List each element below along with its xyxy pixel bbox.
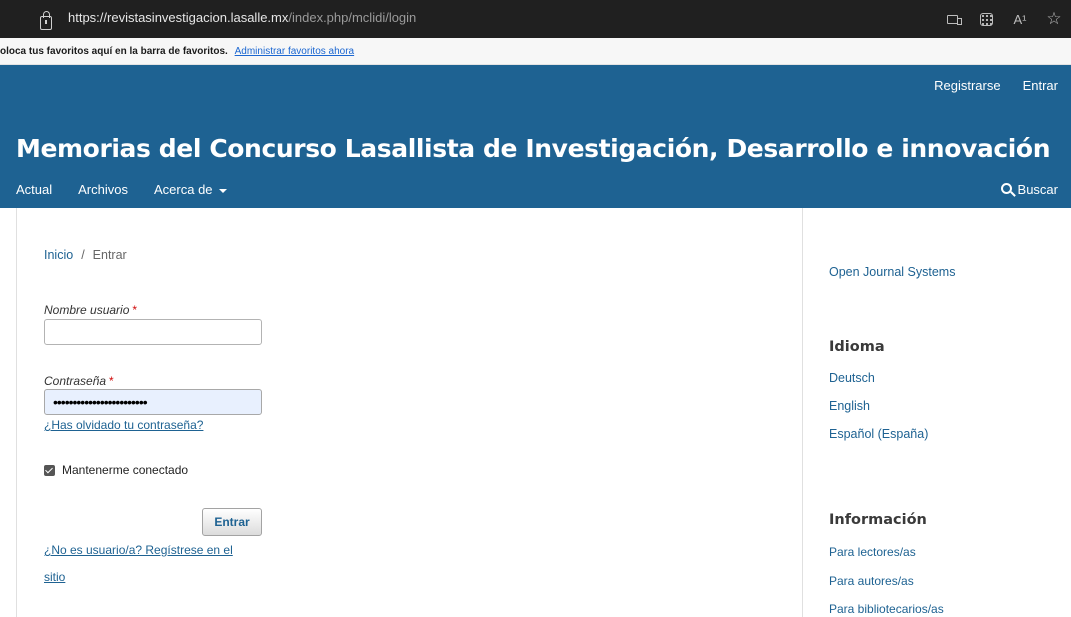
reader-view-icon[interactable]: [935, 0, 969, 38]
manage-favorites-link[interactable]: Administrar favoritos ahora: [235, 46, 355, 57]
nav-item-acerca-de[interactable]: Acerca de: [154, 182, 227, 197]
remember-me-checkbox[interactable]: [44, 464, 55, 476]
remember-me[interactable]: Mantenerme conectado: [44, 463, 188, 477]
username-label: Nombre usuario *: [44, 303, 137, 317]
site-header: Registrarse Entrar Memorias del Concurso…: [0, 65, 1071, 208]
lock-icon[interactable]: [40, 11, 52, 30]
search-link[interactable]: Buscar: [1000, 182, 1058, 197]
register-link-line2[interactable]: sitio: [44, 570, 264, 584]
language-deutsch[interactable]: Deutsch: [829, 371, 875, 385]
breadcrumb-home-link[interactable]: Inicio: [44, 248, 73, 262]
browser-address-bar: https://revistasinvestigacion.lasalle.mx…: [0, 0, 1071, 38]
username-field[interactable]: [44, 319, 262, 345]
information-title: Información: [829, 512, 927, 528]
password-label-text: Contraseña: [44, 374, 107, 388]
nav-item-actual[interactable]: Actual: [16, 182, 52, 197]
url-path: /index.php/mclidi/login: [288, 10, 417, 25]
favorites-bar-message: oloca tus favoritos aquí en la barra de …: [0, 46, 228, 57]
breadcrumb-current: Entrar: [92, 248, 127, 262]
login-link[interactable]: Entrar: [1023, 78, 1058, 93]
nav-item-acerca-de-label: Acerca de: [154, 182, 213, 197]
main-content: Inicio / Entrar Nombre usuario * Contraseña…: [16, 208, 803, 617]
language-espanol[interactable]: Español (España): [829, 427, 928, 441]
info-link-readers[interactable]: Para lectores/as: [829, 545, 916, 559]
forgot-password-link[interactable]: ¿Has olvidado tu contraseña?: [44, 418, 203, 432]
username-label-text: Nombre usuario: [44, 303, 130, 317]
password-label: Contraseña *: [44, 374, 114, 388]
password-field[interactable]: ••••••••••••••••••••••••: [44, 389, 262, 415]
info-link-librarians[interactable]: Para bibliotecarios/as: [829, 602, 944, 616]
search-icon: [1000, 183, 1012, 194]
breadcrumb-separator: /: [81, 248, 85, 262]
browser-toolbar: A¹ ☆: [935, 0, 1071, 38]
user-nav: Registrarse Entrar: [934, 78, 1058, 93]
open-journal-systems-link[interactable]: Open Journal Systems: [829, 265, 955, 279]
required-mark: *: [109, 374, 114, 388]
apps-icon[interactable]: [969, 0, 1003, 38]
search-label: Buscar: [1017, 182, 1058, 197]
breadcrumb: Inicio / Entrar: [44, 248, 127, 262]
url-host: https://revistasinvestigacion.lasalle.mx: [68, 10, 289, 25]
url-field[interactable]: https://revistasinvestigacion.lasalle.mx…: [68, 10, 416, 25]
nav-item-archivos[interactable]: Archivos: [78, 182, 128, 197]
language-title: Idioma: [829, 339, 885, 355]
login-submit-button[interactable]: Entrar: [202, 508, 262, 536]
favorites-bar: oloca tus favoritos aquí en la barra de …: [0, 38, 1071, 65]
required-mark: *: [132, 303, 138, 317]
site-title[interactable]: Memorias del Concurso Lasallista de Inve…: [16, 134, 1051, 163]
primary-nav: Actual Archivos Acerca de: [16, 182, 227, 197]
favorites-icon[interactable]: ☆: [1037, 0, 1071, 38]
info-link-authors[interactable]: Para autores/as: [829, 574, 914, 588]
chevron-down-icon: [218, 188, 227, 193]
read-aloud-icon[interactable]: A¹: [1003, 0, 1037, 38]
remember-me-label: Mantenerme conectado: [62, 463, 189, 477]
language-english[interactable]: English: [829, 399, 870, 413]
register-link[interactable]: Registrarse: [934, 78, 1000, 93]
register-link-line1[interactable]: ¿No es usuario/a? Regístrese en el: [44, 543, 264, 557]
